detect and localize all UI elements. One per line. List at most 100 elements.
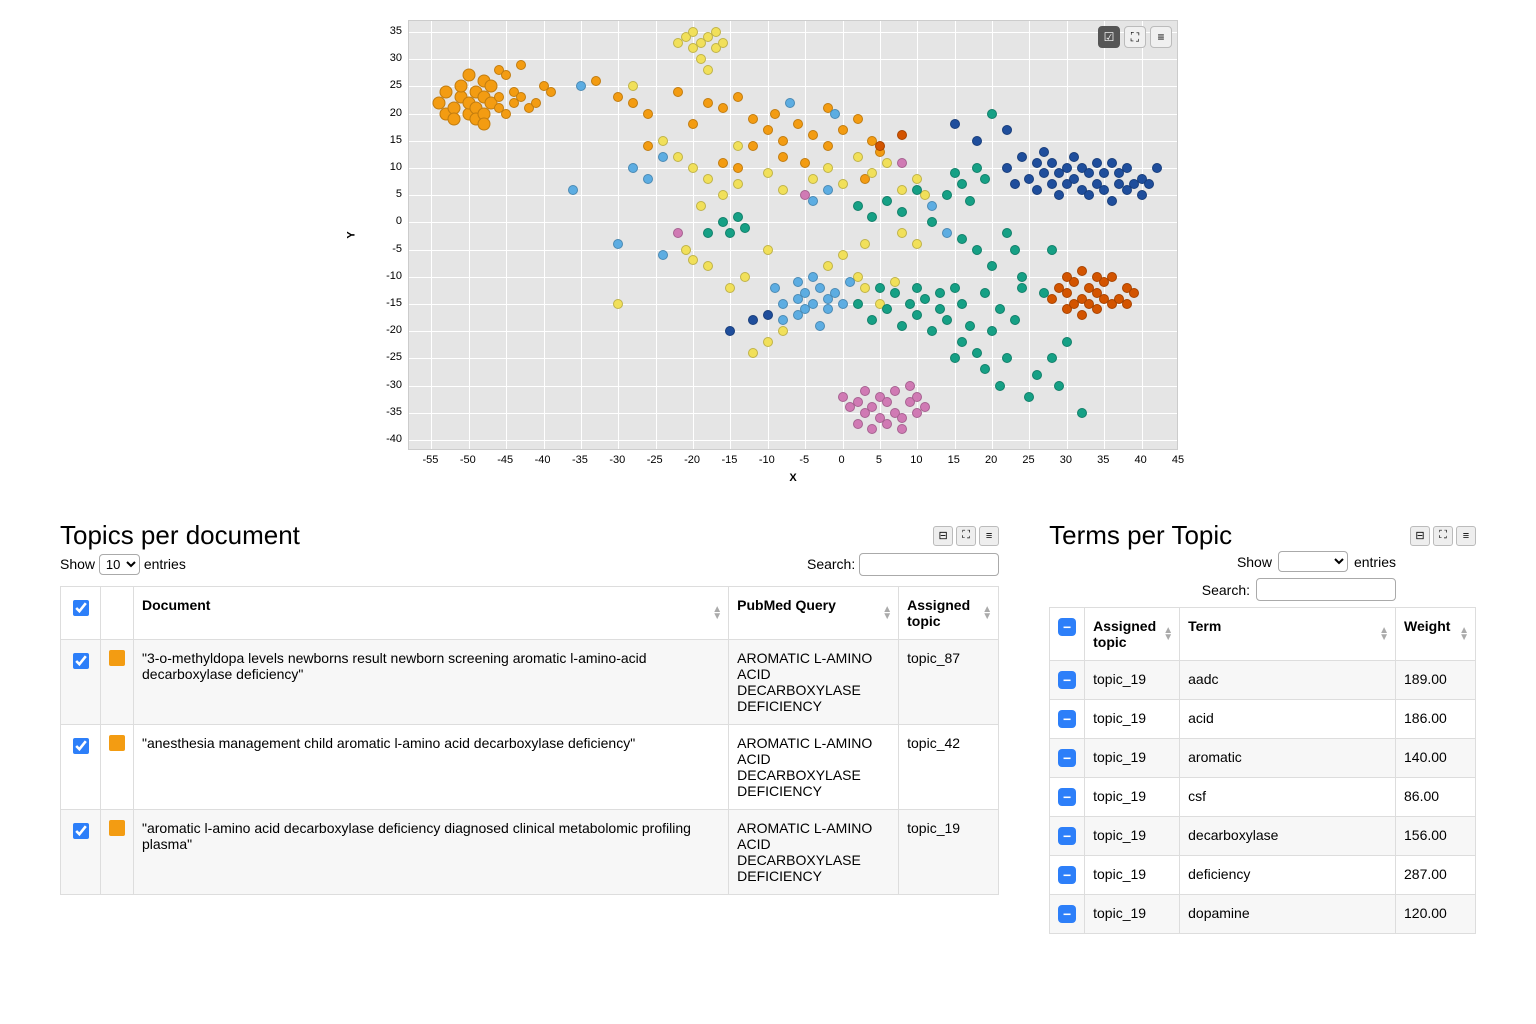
scatter-point[interactable]	[957, 234, 967, 244]
scatter-point[interactable]	[815, 321, 825, 331]
scatter-point[interactable]	[823, 185, 833, 195]
scatter-point[interactable]	[613, 92, 623, 102]
scatter-point[interactable]	[860, 386, 870, 396]
chart-expand-icon[interactable]: ⛶	[1124, 26, 1146, 48]
assigned-topic-header[interactable]: Assigned topic▲▼	[899, 587, 999, 640]
scatter-point[interactable]	[912, 174, 922, 184]
scatter-point[interactable]	[838, 392, 848, 402]
scatter-point[interactable]	[942, 228, 952, 238]
scatter-point[interactable]	[867, 315, 877, 325]
scatter-point[interactable]	[1084, 190, 1094, 200]
scatter-point[interactable]	[628, 98, 638, 108]
scatter-point[interactable]	[927, 326, 937, 336]
scatter-point[interactable]	[1107, 272, 1117, 282]
scatter-point[interactable]	[1047, 158, 1057, 168]
scatter-point[interactable]	[897, 207, 907, 217]
scatter-point[interactable]	[494, 92, 504, 102]
scatter-point[interactable]	[890, 277, 900, 287]
scatter-point[interactable]	[897, 424, 907, 434]
scatter-point[interactable]	[485, 80, 498, 93]
scatter-point[interactable]	[613, 299, 623, 309]
scatter-point[interactable]	[905, 299, 915, 309]
scatter-point[interactable]	[867, 212, 877, 222]
scatter-point[interactable]	[1047, 245, 1057, 255]
scatter-point[interactable]	[838, 299, 848, 309]
scatter-point[interactable]	[882, 196, 892, 206]
scatter-point[interactable]	[920, 294, 930, 304]
scatter-point[interactable]	[516, 92, 526, 102]
row-checkbox[interactable]	[73, 653, 89, 669]
scatter-point[interactable]	[987, 261, 997, 271]
scatter-point[interactable]	[681, 245, 691, 255]
scatter-point[interactable]	[725, 326, 735, 336]
scatter-point[interactable]	[867, 168, 877, 178]
scatter-point[interactable]	[703, 98, 713, 108]
scatter-point[interactable]	[763, 168, 773, 178]
scatter-point[interactable]	[740, 272, 750, 282]
scatter-point[interactable]	[778, 152, 788, 162]
scatter-point[interactable]	[673, 228, 683, 238]
scatter-point[interactable]	[1122, 299, 1132, 309]
scatter-point[interactable]	[1069, 174, 1079, 184]
scatter-point[interactable]	[516, 60, 526, 70]
scatter-point[interactable]	[1010, 245, 1020, 255]
scatter-point[interactable]	[793, 119, 803, 129]
scatter-point[interactable]	[1062, 163, 1072, 173]
terms-show-entries-select[interactable]	[1278, 551, 1348, 572]
scatter-point[interactable]	[1032, 370, 1042, 380]
scatter-point[interactable]	[1017, 152, 1027, 162]
scatter-point[interactable]	[1002, 163, 1012, 173]
scatter-point[interactable]	[980, 288, 990, 298]
scatter-point[interactable]	[912, 392, 922, 402]
scatter-point[interactable]	[688, 27, 698, 37]
scatter-point[interactable]	[763, 310, 773, 320]
scatter-point[interactable]	[447, 112, 460, 125]
scatter-point[interactable]	[1017, 272, 1027, 282]
scatter-point[interactable]	[882, 419, 892, 429]
scatter-point[interactable]	[808, 130, 818, 140]
scatter-point[interactable]	[890, 288, 900, 298]
scatter-point[interactable]	[1122, 163, 1132, 173]
scatter-point[interactable]	[1099, 168, 1109, 178]
scatter-point[interactable]	[778, 326, 788, 336]
chart-menu-icon[interactable]: ≡	[1150, 26, 1172, 48]
scatter-point[interactable]	[830, 109, 840, 119]
scatter-point[interactable]	[688, 163, 698, 173]
scatter-point[interactable]	[897, 158, 907, 168]
scatter-point[interactable]	[808, 174, 818, 184]
scatter-point[interactable]	[1047, 353, 1057, 363]
scatter-point[interactable]	[1077, 408, 1087, 418]
panel-menu-icon[interactable]: ≡	[1456, 526, 1476, 546]
scatter-point[interactable]	[733, 179, 743, 189]
scatter-point[interactable]	[1024, 392, 1034, 402]
scatter-point[interactable]	[1084, 168, 1094, 178]
scatter-point[interactable]	[980, 364, 990, 374]
scatter-point[interactable]	[778, 299, 788, 309]
scatter-point[interactable]	[778, 315, 788, 325]
scatter-point[interactable]	[770, 109, 780, 119]
scatter-point[interactable]	[897, 130, 907, 140]
scatter-point[interactable]	[1107, 158, 1117, 168]
scatter-point[interactable]	[793, 310, 803, 320]
scatter-point[interactable]	[920, 402, 930, 412]
scatter-point[interactable]	[853, 152, 863, 162]
scatter-point[interactable]	[1047, 294, 1057, 304]
scatter-point[interactable]	[875, 283, 885, 293]
scatter-point[interactable]	[1017, 283, 1027, 293]
scatter-point[interactable]	[927, 217, 937, 227]
scatter-point[interactable]	[711, 27, 721, 37]
scatter-point[interactable]	[882, 397, 892, 407]
scatter-point[interactable]	[1077, 266, 1087, 276]
scatter-point[interactable]	[725, 228, 735, 238]
scatter-point[interactable]	[800, 288, 810, 298]
scatter-point[interactable]	[1062, 337, 1072, 347]
assigned-topic-header[interactable]: Assigned topic▲▼	[1085, 608, 1180, 661]
scatter-point[interactable]	[1062, 288, 1072, 298]
scatter-point[interactable]	[1047, 179, 1057, 189]
scatter-point[interactable]	[1152, 163, 1162, 173]
scatter-point[interactable]	[808, 299, 818, 309]
scatter-point[interactable]	[1002, 228, 1012, 238]
scatter-point[interactable]	[673, 87, 683, 97]
scatter-point[interactable]	[800, 190, 810, 200]
scatter-point[interactable]	[628, 81, 638, 91]
